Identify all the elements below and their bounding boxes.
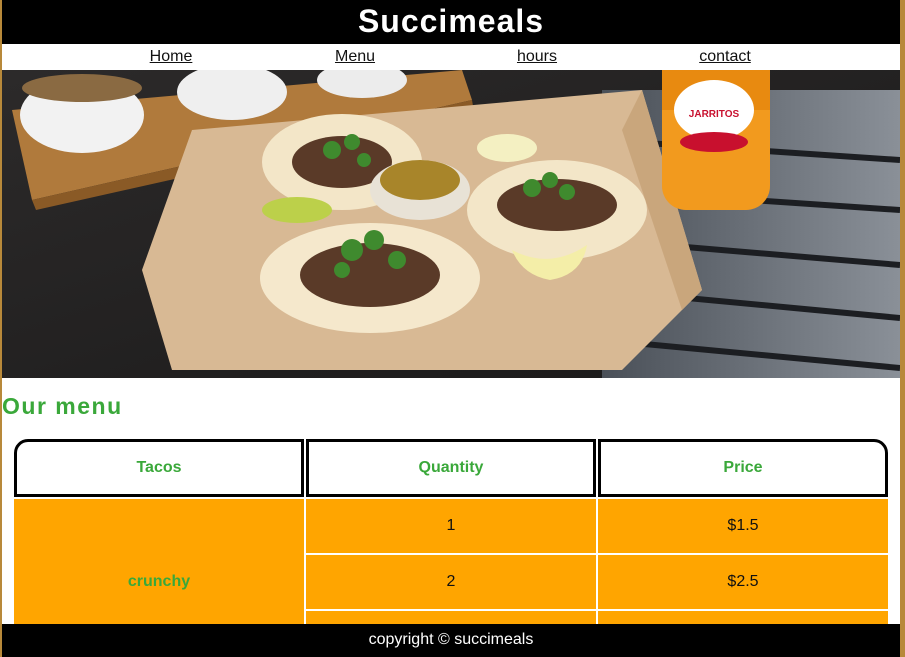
bottle-label: JARRITOS <box>689 109 740 120</box>
site-footer: copyright © succimeals <box>2 624 900 657</box>
nav-link-home[interactable]: Home <box>150 48 193 66</box>
column-header-quantity: Quantity <box>306 439 596 497</box>
nav-link-contact[interactable]: contact <box>699 48 751 66</box>
page: Succimeals Home Menu hours contact JARRI… <box>2 0 900 657</box>
column-header-tacos: Tacos <box>14 439 304 497</box>
column-header-price: Price <box>598 439 888 497</box>
copyright-text: copyright © succimeals <box>368 631 534 648</box>
nav-link-menu[interactable]: Menu <box>335 48 375 66</box>
main-nav: Home Menu hours contact <box>2 44 900 71</box>
hero-tacos-photo: JARRITOS <box>2 70 900 378</box>
site-title: Succimeals <box>357 3 545 39</box>
menu-heading: Our menu <box>2 393 123 419</box>
nav-link-hours[interactable]: hours <box>517 48 557 66</box>
price-cell: $2.5 <box>598 555 888 609</box>
menu-header-row: Tacos Quantity Price <box>14 439 888 497</box>
hero-image: JARRITOS <box>2 70 900 378</box>
quantity-cell: 2 <box>306 555 596 609</box>
price-cell: $1.5 <box>598 499 888 553</box>
table-row: crunchy 1 $1.5 <box>14 499 888 657</box>
site-header: Succimeals <box>2 0 900 44</box>
quantity-cell: 1 <box>306 499 596 553</box>
